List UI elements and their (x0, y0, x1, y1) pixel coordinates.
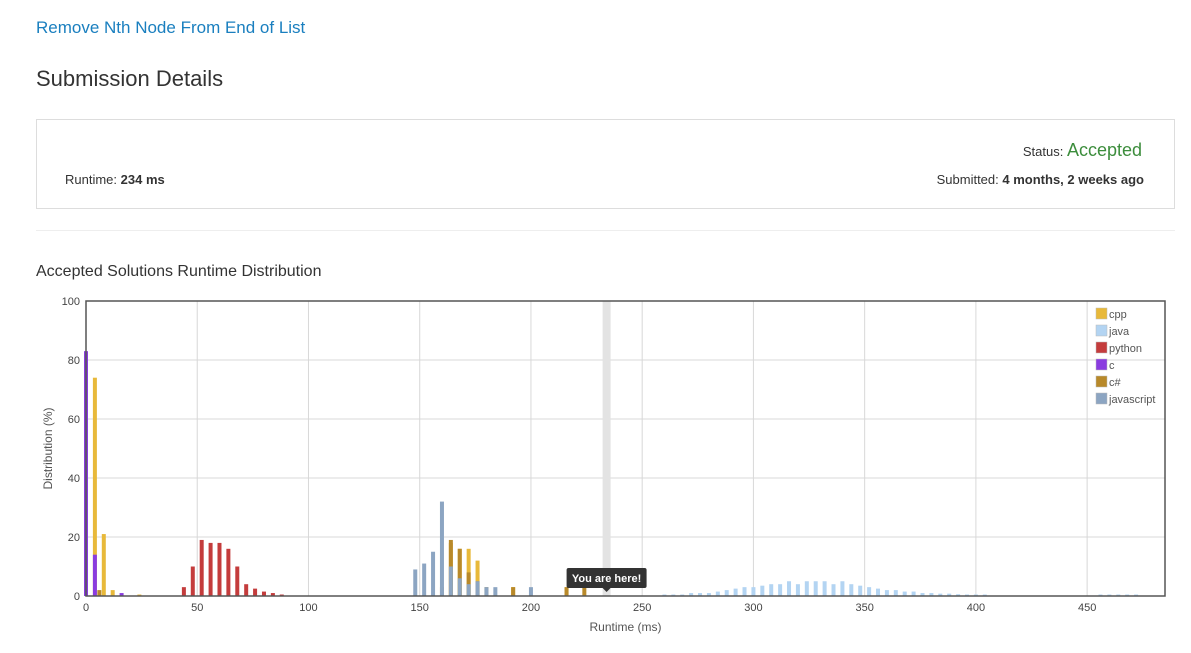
bar-java (813, 581, 818, 596)
bar-java (867, 587, 872, 596)
bar-python (244, 584, 249, 596)
bar-java (751, 587, 756, 596)
bar-java (858, 585, 863, 596)
legend-swatch-python (1095, 341, 1108, 354)
x-tick-label: 150 (411, 602, 429, 614)
x-tick-label: 100 (299, 602, 317, 614)
y-tick-label: 40 (68, 473, 80, 485)
runtime: Runtime: 234 ms (65, 172, 165, 187)
x-tick-label: 350 (855, 602, 873, 614)
legend-label-java: java (1108, 326, 1130, 338)
bar-java (831, 584, 836, 596)
plot-area (86, 301, 1165, 596)
submitted-value: 4 months, 2 weeks ago (1002, 172, 1144, 187)
legend-label-c: c (1109, 360, 1115, 372)
y-tick-label: 20 (68, 532, 80, 544)
bar-java (724, 590, 729, 596)
runtime-label: Runtime: (65, 172, 118, 187)
bar-java (876, 588, 881, 596)
x-tick-label: 50 (191, 602, 203, 614)
bar-python (235, 566, 240, 596)
bar-javascript (484, 587, 489, 596)
submitted-label: Submitted: (936, 172, 999, 187)
bar-csharp (511, 587, 516, 596)
bar-javascript (413, 569, 418, 596)
bar-java (884, 590, 889, 596)
bar-csharp (582, 587, 587, 596)
bar-javascript (493, 587, 498, 596)
legend-label-cpp: cpp (1109, 309, 1127, 321)
bar-python (217, 542, 222, 596)
bar-javascript (439, 501, 444, 596)
bar-javascript (431, 551, 436, 596)
legend-label-javascript: javascript (1108, 394, 1155, 406)
bar-csharp (564, 587, 569, 596)
bar-java (840, 581, 845, 596)
y-tick-label: 0 (74, 591, 80, 603)
legend-swatch-csharp (1095, 375, 1108, 388)
x-axis-label: Runtime (ms) (589, 620, 661, 634)
legend-swatch-javascript (1095, 392, 1108, 405)
x-tick-label: 250 (633, 602, 651, 614)
legend-label-csharp: c# (1109, 377, 1122, 389)
you-are-here-label: You are here! (572, 573, 642, 585)
bar-java (733, 588, 738, 596)
status-value[interactable]: Accepted (1067, 140, 1142, 160)
bar-python (199, 539, 204, 596)
problem-title-link[interactable]: Remove Nth Node From End of List (36, 18, 305, 38)
you-are-here-band (602, 301, 611, 596)
bar-java (760, 585, 765, 596)
x-tick-label: 200 (522, 602, 540, 614)
runtime-distribution-chart: 0 50 100 150 200 250 300 350 400 450 0 20 40 60 80 100 R… (41, 296, 1166, 634)
bar-javascript (528, 587, 533, 596)
bar-python (190, 566, 195, 596)
bar-javascript (475, 581, 480, 596)
y-tick-label: 80 (68, 355, 80, 367)
x-tick-label: 0 (83, 602, 89, 614)
bar-java (804, 581, 809, 596)
legend-swatch-java (1095, 324, 1108, 337)
bar-javascript (457, 578, 462, 596)
page-title: Submission Details (36, 66, 224, 91)
x-tick-label: 300 (744, 602, 762, 614)
section-divider (36, 230, 1175, 231)
y-tick-label: 100 (62, 296, 80, 308)
legend-swatch-cpp (1095, 307, 1108, 320)
x-tick-label: 450 (1078, 602, 1096, 614)
bar-java (742, 587, 747, 596)
bar-python (226, 548, 231, 596)
legend-label-python: python (1109, 343, 1142, 355)
bar-csharp (97, 590, 102, 596)
bar-java (893, 590, 898, 596)
bar-java (787, 581, 792, 596)
bar-javascript (448, 566, 453, 596)
bar-java (795, 584, 800, 596)
legend-swatch-c (1095, 358, 1108, 371)
status-label: Status: (1022, 144, 1064, 159)
x-tick-label: 400 (967, 602, 985, 614)
bar-cpp (101, 534, 106, 596)
bar-java (822, 581, 827, 596)
bar-cpp (110, 590, 115, 596)
bar-java (849, 584, 854, 596)
bar-python (253, 588, 258, 596)
bar-c (92, 554, 97, 596)
bar-javascript (466, 584, 471, 596)
y-tick-label: 60 (68, 414, 80, 426)
status: Status: Accepted (1023, 140, 1142, 161)
runtime-value: 234 ms (120, 172, 165, 187)
submitted: Submitted: 4 months, 2 weeks ago (937, 172, 1144, 187)
bar-javascript (422, 563, 427, 596)
bar-java (778, 584, 783, 596)
bar-java (769, 584, 774, 596)
bar-python (181, 587, 186, 596)
chart-title: Accepted Solutions Runtime Distribution (36, 263, 322, 280)
y-axis-label: Distribution (%) (41, 407, 55, 489)
bar-python (208, 542, 213, 596)
submission-details-panel: Status: Accepted Runtime: 234 ms Submitt… (36, 119, 1175, 209)
